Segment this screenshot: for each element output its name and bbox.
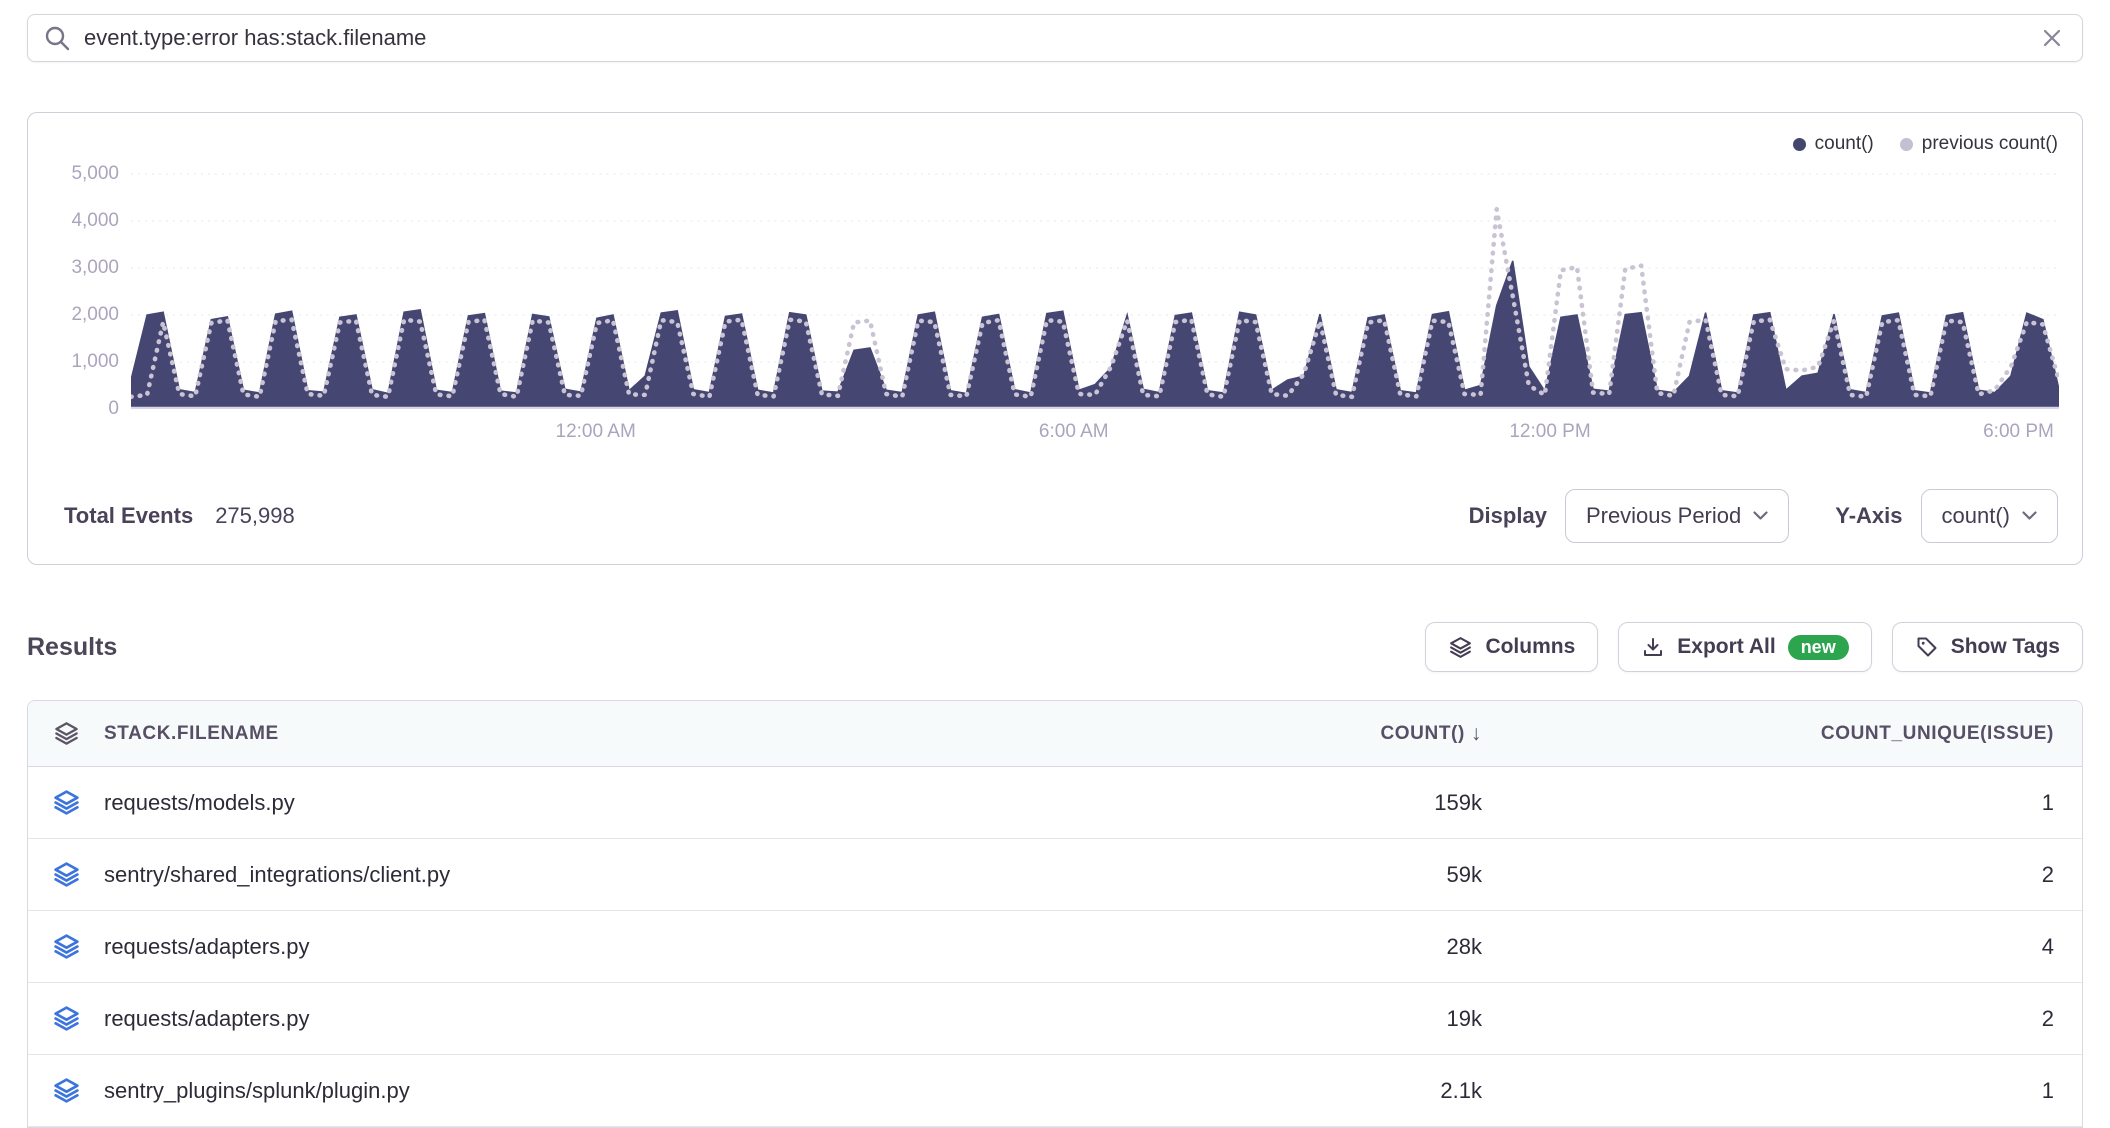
layers-icon[interactable] (53, 720, 80, 747)
column-header-count-unique[interactable]: COUNT_UNIQUE(ISSUE) (1482, 723, 2082, 745)
columns-button-label: Columns (1485, 635, 1575, 659)
new-badge: new (1788, 635, 1849, 660)
table-row[interactable]: requests/models.py 159k 1 (28, 767, 2082, 839)
y-tick-label: 3,000 (28, 257, 119, 279)
y-axis-label: Y-Axis (1835, 503, 1902, 529)
table-row[interactable]: requests/adapters.py 28k 4 (28, 911, 2082, 983)
layers-icon[interactable] (52, 1004, 81, 1033)
layers-icon[interactable] (52, 932, 81, 961)
y-tick-label: 0 (28, 398, 119, 420)
cell-count: 2.1k (1322, 1078, 1482, 1104)
search-bar[interactable] (27, 14, 2083, 62)
layers-icon[interactable] (52, 788, 81, 817)
results-table: STACK.FILENAME COUNT() ↓ COUNT_UNIQUE(IS… (27, 700, 2083, 1128)
cell-count-unique: 4 (1482, 934, 2082, 960)
tag-icon (1915, 635, 1939, 659)
cell-count: 28k (1322, 934, 1482, 960)
x-tick-label: 12:00 AM (556, 421, 636, 443)
chart-panel: count() previous count() 01,0002,0003,00… (27, 112, 2083, 565)
export-all-button-label: Export All (1677, 635, 1775, 659)
cell-stack-filename[interactable]: sentry/shared_integrations/client.py (104, 862, 1322, 888)
cell-stack-filename[interactable]: requests/adapters.py (104, 934, 1322, 960)
column-header-stack-filename[interactable]: STACK.FILENAME (104, 723, 1322, 745)
total-events-value: 275,998 (215, 503, 295, 529)
clear-search-icon[interactable] (2040, 26, 2064, 50)
y-tick-label: 1,000 (28, 351, 119, 373)
discover-page: { "search": { "query": "event.type:error… (0, 0, 2110, 1102)
layers-icon[interactable] (52, 860, 81, 889)
total-events: Total Events 275,998 (64, 503, 295, 529)
results-header: Results Columns Export All new Sho (27, 622, 2083, 672)
table-row[interactable]: sentry_plugins/splunk/plugin.py 2.1k 1 (28, 1055, 2082, 1127)
column-header-count[interactable]: COUNT() ↓ (1322, 722, 1482, 746)
x-axis-labels: 12:00 AM 6:00 AM 12:00 PM 6:00 PM (131, 421, 2059, 447)
y-tick-label: 2,000 (28, 304, 119, 326)
display-label: Display (1469, 503, 1547, 529)
count-area-series (131, 261, 2059, 409)
x-tick-label: 12:00 PM (1509, 421, 1590, 443)
search-icon (44, 25, 70, 51)
cell-count-unique: 1 (1482, 790, 2082, 816)
cell-stack-filename[interactable]: requests/models.py (104, 790, 1322, 816)
cell-count-unique: 1 (1482, 1078, 2082, 1104)
cell-count-unique: 2 (1482, 1006, 2082, 1032)
show-tags-button[interactable]: Show Tags (1892, 622, 2083, 672)
x-tick-label: 6:00 AM (1039, 421, 1109, 443)
chart-footer: Total Events 275,998 Display Previous Pe… (28, 476, 2082, 564)
x-tick-label: 6:00 PM (1983, 421, 2054, 443)
cell-count-unique: 2 (1482, 862, 2082, 888)
y-axis-dropdown[interactable]: count() (1921, 489, 2058, 543)
display-dropdown[interactable]: Previous Period (1565, 489, 1789, 543)
columns-button[interactable]: Columns (1425, 622, 1598, 672)
events-chart[interactable] (131, 151, 2059, 409)
cell-count: 59k (1322, 862, 1482, 888)
chevron-down-icon (1753, 511, 1768, 521)
chevron-down-icon (2022, 511, 2037, 521)
y-axis-labels: 01,0002,0003,0004,0005,000 (28, 151, 119, 409)
cell-count: 159k (1322, 790, 1482, 816)
cell-stack-filename[interactable]: sentry_plugins/splunk/plugin.py (104, 1078, 1322, 1104)
search-input[interactable] (84, 25, 2040, 51)
total-events-label: Total Events (64, 503, 193, 529)
sort-desc-icon: ↓ (1471, 722, 1482, 746)
download-icon (1641, 635, 1665, 659)
y-axis-dropdown-value: count() (1942, 503, 2010, 529)
previous-count-series-dot-icon (1900, 138, 1913, 151)
show-tags-button-label: Show Tags (1951, 635, 2060, 659)
cell-count: 19k (1322, 1006, 1482, 1032)
y-tick-label: 4,000 (28, 210, 119, 232)
table-header-row: STACK.FILENAME COUNT() ↓ COUNT_UNIQUE(IS… (28, 701, 2082, 767)
y-tick-label: 5,000 (28, 163, 119, 185)
layers-icon (1448, 635, 1473, 660)
table-row[interactable]: sentry/shared_integrations/client.py 59k… (28, 839, 2082, 911)
export-all-button[interactable]: Export All new (1618, 622, 1871, 672)
table-row[interactable]: requests/adapters.py 19k 2 (28, 983, 2082, 1055)
layers-icon[interactable] (52, 1076, 81, 1105)
count-series-dot-icon (1793, 138, 1806, 151)
cell-stack-filename[interactable]: requests/adapters.py (104, 1006, 1322, 1032)
results-title: Results (27, 633, 117, 662)
display-dropdown-value: Previous Period (1586, 503, 1741, 529)
